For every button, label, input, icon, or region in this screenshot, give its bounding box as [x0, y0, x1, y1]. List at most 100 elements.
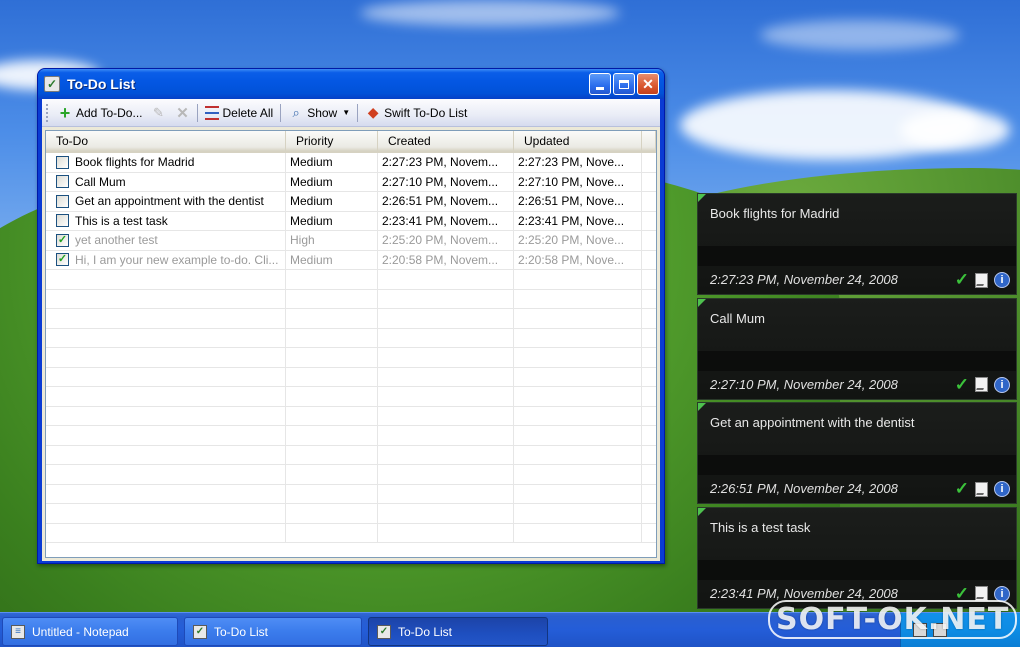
empty-cell	[286, 426, 378, 445]
dropdown-arrow-icon: ▼	[342, 108, 351, 117]
taskbar-item-label: To-Do List	[398, 624, 453, 639]
complete-check-icon[interactable]: ✓	[955, 479, 969, 499]
minimize-button[interactable]	[589, 73, 611, 95]
toolbar-grip[interactable]	[46, 103, 49, 122]
filler-cell	[642, 290, 656, 309]
empty-row	[46, 523, 656, 543]
edit-note-icon[interactable]	[975, 586, 988, 601]
empty-cell	[286, 348, 378, 367]
updated-cell-text: 2:25:20 PM, Nove...	[518, 233, 625, 248]
empty-cell	[378, 328, 514, 347]
complete-check-icon[interactable]: ✓	[955, 270, 969, 290]
window-titlebar[interactable]: ✓ To-Do List ✕	[38, 69, 664, 99]
taskbar-item-todo-list-active[interactable]: ✓ To-Do List	[368, 617, 548, 646]
todo-list-view[interactable]: To-Do Priority Created Updated Book flig…	[45, 130, 657, 558]
plus-icon: +	[59, 102, 71, 123]
empty-cell	[378, 387, 514, 406]
empty-cell	[514, 367, 642, 386]
empty-cell	[286, 387, 378, 406]
swift-label: Swift To-Do List	[384, 105, 468, 120]
delete-x-icon: ✕	[176, 104, 189, 122]
priority-cell-text: High	[290, 233, 315, 248]
edit-button[interactable]: ✎	[146, 102, 170, 124]
priority-cell-text: Medium	[290, 194, 333, 209]
table-row[interactable]: Get an appointment with the dentist Mediu…	[46, 192, 656, 212]
complete-check-icon[interactable]: ✓	[955, 375, 969, 395]
empty-cell	[286, 465, 378, 484]
taskbar-item-notepad[interactable]: ≡ Untitled - Notepad	[2, 617, 178, 646]
task-checkbox[interactable]: ✓	[56, 233, 69, 247]
taskbar-item-todo-list[interactable]: ✓ To-Do List	[184, 617, 362, 646]
add-todo-button[interactable]: + Add To-Do...	[53, 102, 146, 124]
swift-app-icon: ◆	[367, 104, 379, 120]
info-icon[interactable]: i	[994, 376, 1010, 393]
edit-note-icon[interactable]	[975, 272, 988, 288]
empty-cell	[286, 289, 378, 308]
empty-cell	[378, 484, 514, 503]
todo-cell: ✓ Hi, I am your new example to-do. Cli...	[46, 250, 286, 269]
task-checkbox[interactable]	[56, 175, 69, 189]
table-row[interactable]: This is a test task Medium 2:23:41 PM, Nov…	[46, 211, 656, 231]
todo-cell-text: Call Mum	[75, 174, 126, 189]
empty-cell	[514, 328, 642, 347]
edit-note-icon[interactable]	[975, 481, 988, 497]
created-cell: 2:25:20 PM, Novem...	[378, 231, 514, 250]
maximize-button[interactable]	[613, 73, 635, 95]
updated-cell: 2:27:10 PM, Nove...	[514, 172, 642, 191]
empty-cell	[378, 504, 514, 523]
delete-button[interactable]: ✕	[170, 102, 194, 124]
info-icon[interactable]: i	[994, 272, 1010, 288]
info-icon[interactable]: i	[994, 481, 1010, 497]
priority-cell: Medium	[286, 211, 378, 230]
note-corner-icon	[698, 298, 706, 307]
close-button[interactable]: ✕	[637, 73, 659, 95]
column-header-priority[interactable]: Priority	[286, 131, 378, 151]
created-cell-text: 2:27:10 PM, Novem...	[382, 174, 499, 189]
empty-cell	[46, 309, 286, 328]
task-checkbox[interactable]	[56, 214, 69, 228]
task-checkbox[interactable]	[56, 155, 69, 169]
delete-all-button[interactable]: Delete All	[201, 102, 277, 124]
empty-cell	[46, 465, 286, 484]
created-cell-text: 2:20:58 PM, Novem...	[382, 252, 499, 267]
table-row[interactable]: ✓ Hi, I am your new example to-do. Cli...…	[46, 250, 656, 270]
column-header-todo[interactable]: To-Do	[46, 131, 286, 151]
gadget-note[interactable]: This is a test task 2:23:41 PM, November …	[697, 506, 1017, 609]
table-row[interactable]: ✓ yet another test High 2:25:20 PM, Novem..…	[46, 231, 656, 251]
created-cell: 2:26:51 PM, Novem...	[378, 192, 514, 211]
empty-row	[46, 348, 656, 368]
filler-cell	[642, 348, 656, 367]
todo-cell: Get an appointment with the dentist	[46, 192, 286, 211]
priority-cell: Medium	[286, 153, 378, 172]
filler-cell	[642, 426, 656, 445]
empty-cell	[514, 406, 642, 425]
gadget-note[interactable]: Get an appointment with the dentist 2:26:…	[697, 402, 1017, 504]
swift-todo-button[interactable]: ◆ Swift To-Do List	[361, 102, 471, 124]
note-date: 2:26:51 PM, November 24, 2008	[710, 481, 898, 496]
list-header: To-Do Priority Created Updated	[46, 131, 656, 153]
empty-cell	[286, 445, 378, 464]
toolbar-separator	[357, 103, 359, 122]
updated-cell-text: 2:23:41 PM, Nove...	[518, 213, 625, 228]
empty-cell	[286, 367, 378, 386]
task-checkbox[interactable]	[56, 194, 69, 208]
empty-cell	[378, 426, 514, 445]
gadget-note[interactable]: Book flights for Madrid 2:27:23 PM, Novem…	[697, 193, 1017, 295]
show-dropdown-button[interactable]: ⌕ Show ▼	[284, 102, 354, 124]
note-title: Get an appointment with the dentist	[710, 415, 915, 430]
empty-cell	[378, 348, 514, 367]
todo-cell-text: Hi, I am your new example to-do. Cli...	[75, 252, 279, 267]
task-checkbox[interactable]: ✓	[56, 253, 69, 267]
column-header-created[interactable]: Created	[378, 131, 514, 151]
maximize-icon	[619, 79, 629, 89]
note-title: Book flights for Madrid	[710, 206, 840, 221]
empty-cell	[46, 504, 286, 523]
edit-note-icon[interactable]	[975, 377, 988, 392]
empty-row	[46, 309, 656, 329]
todo-cell-text: This is a test task	[75, 213, 168, 228]
gadget-note[interactable]: Call Mum 2:27:10 PM, November 24, 2008 ✓ i	[697, 297, 1017, 400]
empty-cell	[514, 270, 642, 289]
table-row[interactable]: Call Mum Medium 2:27:10 PM, Novem... 2:27:1…	[46, 172, 656, 192]
column-header-updated[interactable]: Updated	[514, 131, 642, 151]
table-row[interactable]: Book flights for Madrid Medium 2:27:23 PM,…	[46, 153, 656, 173]
